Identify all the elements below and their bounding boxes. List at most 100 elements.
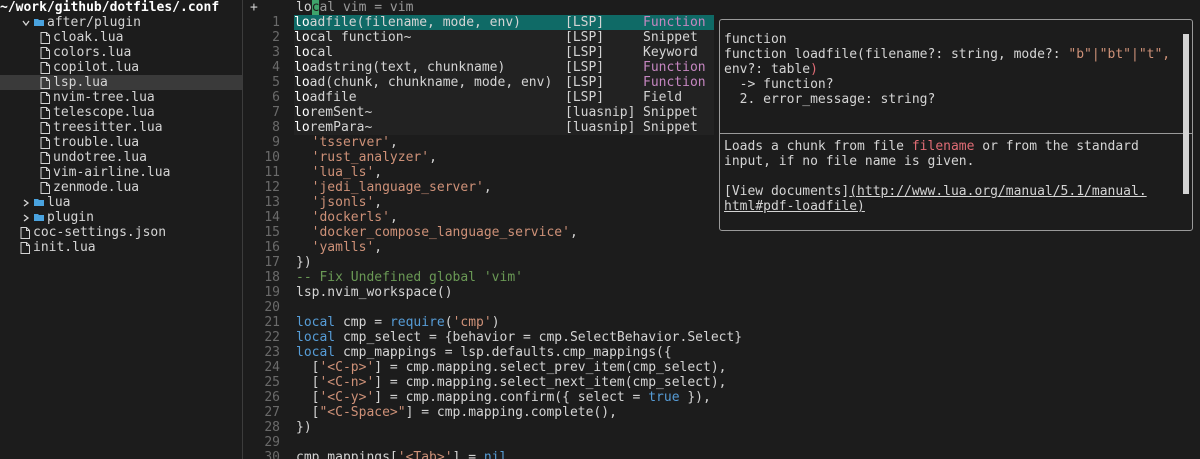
tree-item-label: cloak.lua (53, 30, 124, 45)
code-text: ['<C-p>'] = cmp.mapping.select_prev_item… (296, 360, 727, 375)
code-text: 'rust_analyzer', (311, 150, 437, 165)
tree-item-label: lua (47, 195, 71, 210)
tree-file-item[interactable]: treesitter.lua (0, 120, 242, 135)
file-icon (20, 241, 30, 254)
folder-icon (34, 197, 44, 209)
line-number: 26 (264, 390, 280, 405)
doc-description-1: Loads a chunk from file filename or from… (724, 139, 1139, 154)
code-line[interactable]: 18 -- Fix Undefined global 'vim' (246, 270, 1200, 285)
tree-item-label: vim-airline.lua (53, 165, 171, 180)
completion-item[interactable]: load(chunk, chunkname, mode, env) [LSP] Fu… (294, 75, 714, 90)
chevron-right-icon[interactable] (22, 213, 30, 222)
line-number: 9 (272, 135, 280, 150)
fold-plus-icon[interactable]: + (246, 0, 288, 15)
code-line[interactable]: 21 local cmp = require('cmp') (246, 315, 1200, 330)
completion-kind: Field (643, 90, 683, 105)
code-text: ['<C-y>'] = cmp.mapping.confirm({ select… (296, 390, 711, 405)
tree-file-item[interactable]: lsp.lua (0, 75, 242, 90)
completion-kind: Keyword (643, 45, 698, 60)
tree-item-label: colors.lua (53, 45, 132, 60)
tree-file-item[interactable]: zenmode.lua (0, 180, 242, 195)
doc-link-cont[interactable]: html#pdf-loadfile) (724, 199, 865, 214)
tree-file-item[interactable]: vim-airline.lua (0, 165, 242, 180)
code-line[interactable]: 26 ['<C-y>'] = cmp.mapping.confirm({ sel… (246, 390, 1200, 405)
code-text: 'lua_ls', (311, 165, 383, 180)
line-number: 14 (264, 210, 280, 225)
tree-item-label: nvim-tree.lua (53, 90, 155, 105)
file-icon (40, 61, 50, 74)
completion-kind: Function (643, 15, 706, 30)
completion-kind: Function (643, 60, 706, 75)
line-number: 22 (264, 330, 280, 345)
window-split[interactable] (242, 0, 243, 459)
completion-item[interactable]: local [LSP] Keyword (294, 45, 714, 60)
file-icon (40, 151, 50, 164)
tree-file-item[interactable]: coc-settings.json (0, 225, 242, 240)
tree-file-item[interactable]: trouble.lua (0, 135, 242, 150)
completion-item[interactable]: local function~ [LSP] Snippet (294, 30, 714, 45)
code-line[interactable]: 25 ['<C-n>'] = cmp.mapping.select_next_i… (246, 375, 1200, 390)
tree-folder-item[interactable]: after/plugin (0, 15, 242, 30)
code-line[interactable]: 29 (246, 435, 1200, 450)
line-number: 29 (264, 435, 280, 450)
line-number: 16 (264, 240, 280, 255)
tree-item-label: undotree.lua (53, 150, 147, 165)
code-line[interactable]: 20 (246, 300, 1200, 315)
code-line[interactable]: 23 local cmp_mappings = lsp.defaults.cmp_… (246, 345, 1200, 360)
tree-file-item[interactable]: colors.lua (0, 45, 242, 60)
tree-folder-item[interactable]: lua (0, 195, 242, 210)
tree-folder-item[interactable]: plugin (0, 210, 242, 225)
line-number: 27 (264, 405, 280, 420)
code-text: }) (296, 255, 312, 270)
doc-link[interactable]: [View documents](http://www.lua.org/manu… (724, 184, 1147, 199)
folder-icon (34, 212, 44, 224)
doc-scrollbar[interactable] (1183, 34, 1189, 194)
completion-label: loadstring(text, chunkname) (294, 60, 506, 75)
code-text: local cmp_mappings = lsp.defaults.cmp_ma… (296, 345, 672, 360)
tree-file-item[interactable]: cloak.lua (0, 30, 242, 45)
code-line[interactable]: 27 ["<C-Space>"] = cmp.mapping.complete(… (246, 405, 1200, 420)
chevron-down-icon[interactable] (22, 19, 30, 27)
code-text: ['<C-n>'] = cmp.mapping.select_next_item… (296, 375, 727, 390)
completion-menu[interactable]: loadfile(filename, mode, env) [LSP] Functi… (294, 15, 714, 135)
completion-source: [LSP] (565, 60, 605, 75)
tree-file-item[interactable]: nvim-tree.lua (0, 90, 242, 105)
completion-item[interactable]: loadfile [LSP] Field (294, 90, 714, 105)
tree-file-item[interactable]: init.lua (0, 240, 242, 255)
code-text: }) (296, 420, 312, 435)
code-text: local cmp = require('cmp') (296, 315, 500, 330)
code-text: -- Fix Undefined global 'vim' (296, 270, 523, 285)
chevron-right-icon[interactable] (22, 198, 30, 207)
doc-description-2: input, if no file name is given. (724, 154, 975, 169)
completion-label: loremPara~ (294, 120, 373, 135)
code-line[interactable]: 19 lsp.nvim_workspace() (246, 285, 1200, 300)
tree-file-item[interactable]: undotree.lua (0, 150, 242, 165)
code-line[interactable]: 22 local cmp_select = {behavior = cmp.Sel… (246, 330, 1200, 345)
code-line[interactable]: 16 'yamlls', (246, 240, 1200, 255)
line-number: 23 (264, 345, 280, 360)
code-line[interactable]: 30 cmp_mappings['<Tab>'] = nil (246, 450, 1200, 459)
code-line[interactable]: + local vim = vim (246, 0, 1200, 15)
explorer-root-path[interactable]: ~/work/github/dotfiles/.conf (0, 0, 242, 15)
line-number: 24 (264, 360, 280, 375)
tree-item-label: plugin (47, 210, 94, 225)
code-text: 'tsserver', (311, 135, 398, 150)
completion-label: loremSent~ (294, 105, 373, 120)
code-line[interactable]: 24 ['<C-p>'] = cmp.mapping.select_prev_i… (246, 360, 1200, 375)
code-text: cmp_mappings['<Tab>'] = nil (296, 450, 508, 459)
tree-file-item[interactable]: copilot.lua (0, 60, 242, 75)
code-line[interactable]: 17}) (246, 255, 1200, 270)
folder-icon (34, 17, 44, 29)
completion-item[interactable]: loadfile(filename, mode, env) [LSP] Functi… (294, 15, 714, 30)
completion-source: [luasnip] (565, 120, 636, 135)
line-number: 15 (264, 225, 280, 240)
code-line[interactable]: 28}) (246, 420, 1200, 435)
line-number: 5 (272, 75, 280, 90)
completion-item[interactable]: loadstring(text, chunkname) [LSP] Function (294, 60, 714, 75)
completion-source: [luasnip] (565, 105, 636, 120)
completion-label: loadfile(filename, mode, env) (294, 15, 521, 30)
tree-file-item[interactable]: telescope.lua (0, 105, 242, 120)
completion-item[interactable]: loremSent~ [luasnip] Snippet (294, 105, 714, 120)
file-icon (40, 31, 50, 44)
completion-item[interactable]: loremPara~ [luasnip] Snippet (294, 120, 714, 135)
